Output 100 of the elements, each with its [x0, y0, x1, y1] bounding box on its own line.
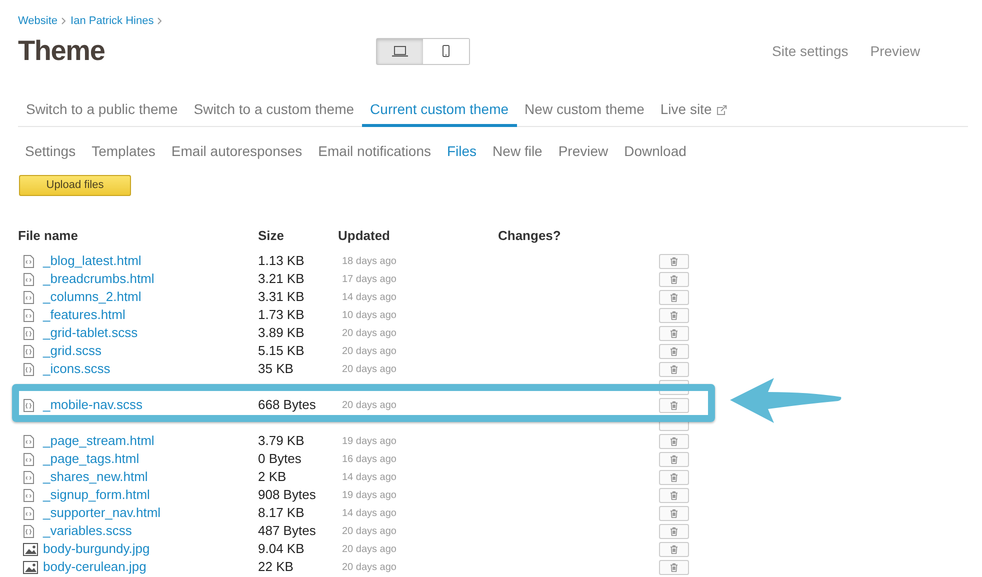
chevron-icon [156, 17, 162, 25]
file-link[interactable]: body-burgundy.jpg [43, 539, 150, 559]
sub-tab[interactable]: Email autoresponses [163, 136, 310, 166]
table-cell-text: 20 days ago [342, 326, 398, 340]
file-link[interactable]: _blog_latest.html [43, 251, 142, 271]
file-icon [23, 434, 34, 448]
file-link[interactable]: _supporter_nav.html [43, 503, 161, 523]
trash-icon [670, 436, 678, 446]
file-link[interactable]: _grid-tablet.scss [43, 323, 138, 343]
sub-tab[interactable]: Templates [84, 136, 164, 166]
column-header: Size [258, 227, 286, 246]
delete-button[interactable] [659, 452, 689, 466]
table-cell-text: 8.17 KB [258, 504, 306, 522]
header-link[interactable]: Site settings [772, 40, 848, 62]
table-cell-text: 3.21 KB [258, 270, 306, 288]
table-cell-text: 5.15 KB [258, 342, 306, 360]
laptop-button[interactable] [377, 38, 423, 64]
file-icon [23, 344, 34, 358]
file-link[interactable]: _variables.scss [43, 521, 132, 541]
trash-icon [670, 544, 678, 554]
sub-tab[interactable]: New file [484, 136, 550, 166]
upload-button[interactable]: Upload files [19, 175, 131, 196]
tab[interactable]: Current custom theme [362, 95, 517, 127]
file-link[interactable]: _features.html [43, 305, 126, 325]
trash-icon [670, 490, 678, 500]
chevron-icon [60, 17, 66, 25]
breadcrumb-link[interactable]: Ian Patrick Hines [70, 12, 154, 30]
tab[interactable]: Switch to a public theme [18, 95, 186, 127]
delete-button[interactable] [659, 488, 689, 502]
tab[interactable]: Live site [652, 95, 735, 127]
file-link[interactable]: _breadcrumbs.html [43, 269, 154, 289]
table-cell-text: 3.79 KB [258, 432, 306, 450]
file-link[interactable]: _columns_2.html [43, 287, 142, 307]
image-file-icon [23, 560, 38, 574]
trash-icon [670, 562, 678, 572]
file-link[interactable]: _shares_new.html [43, 467, 148, 487]
file-icon [23, 254, 34, 268]
table-cell-text: 487 Bytes [258, 522, 317, 540]
table-cell-text: 20 days ago [342, 542, 398, 556]
table-cell-text: 10 days ago [342, 308, 398, 322]
file-icon [23, 362, 34, 376]
sub-tab[interactable]: Email notifications [310, 136, 439, 166]
sub-tab[interactable]: Files [438, 136, 485, 166]
tab[interactable]: New custom theme [516, 95, 652, 127]
file-link[interactable]: _page_tags.html [43, 449, 140, 469]
delete-button[interactable] [659, 524, 689, 538]
table-cell-text: 2 KB [258, 468, 288, 486]
table-cell-text: 19 days ago [342, 488, 398, 502]
table-cell-text: 14 days ago [342, 506, 398, 520]
table-cell-text: 3.89 KB [258, 324, 306, 342]
delete-button[interactable] [659, 272, 689, 286]
file-link[interactable]: _signup_form.html [43, 485, 150, 505]
trash-icon [670, 292, 678, 302]
table-cell-text: 14 days ago [342, 290, 398, 304]
file-link[interactable]: _mobile-nav.scss [43, 395, 142, 415]
laptop-icon [392, 46, 408, 56]
trash-icon [670, 274, 678, 284]
table-cell-text: 18 days ago [342, 254, 398, 268]
delete-button[interactable] [659, 308, 689, 322]
file-icon [23, 290, 34, 304]
delete-button[interactable] [659, 326, 689, 340]
column-header: Updated [338, 227, 391, 246]
trash-icon [670, 508, 678, 518]
table-cell-text: 1.13 KB [258, 252, 306, 270]
file-icon [23, 272, 34, 286]
delete-button[interactable] [659, 290, 689, 304]
file-icon [23, 452, 34, 466]
delete-button[interactable] [659, 560, 689, 574]
delete-button[interactable] [659, 506, 689, 520]
image-file-icon [23, 542, 38, 556]
table-cell-text: 1.73 KB [258, 306, 306, 324]
delete-button[interactable] [659, 542, 689, 556]
delete-button[interactable] [659, 470, 689, 484]
file-link[interactable]: _icons.scss [43, 359, 110, 379]
table-cell-text: 20 days ago [342, 560, 398, 574]
delete-button[interactable] [659, 344, 689, 358]
trash-icon [670, 526, 678, 536]
header-link[interactable]: Preview [870, 40, 920, 62]
delete-button[interactable] [659, 434, 689, 448]
device-toggle[interactable] [376, 38, 470, 64]
table-cell-text: 9.04 KB [258, 540, 306, 558]
file-link[interactable]: _page_stream.html [43, 431, 154, 451]
sub-tab[interactable]: Settings [17, 136, 84, 166]
trash-icon [670, 364, 678, 374]
tab[interactable]: Switch to a custom theme [186, 95, 362, 127]
breadcrumb-link[interactable]: Website [18, 12, 58, 30]
trash-icon [670, 310, 678, 320]
sub-tab[interactable]: Preview [550, 136, 616, 166]
table-cell-text: 20 days ago [342, 344, 398, 358]
delete-button[interactable] [659, 398, 689, 412]
trash-icon [670, 454, 678, 464]
table-cell-text: 16 days ago [342, 452, 398, 466]
file-link[interactable]: _grid.scss [43, 341, 102, 361]
sub-tab[interactable]: Download [616, 136, 694, 166]
delete-button[interactable] [659, 254, 689, 268]
delete-button[interactable] [659, 362, 689, 376]
table-cell-text: 22 KB [258, 558, 294, 576]
file-icon [23, 398, 34, 412]
file-icon [23, 326, 34, 340]
file-link[interactable]: body-cerulean.jpg [43, 557, 146, 577]
